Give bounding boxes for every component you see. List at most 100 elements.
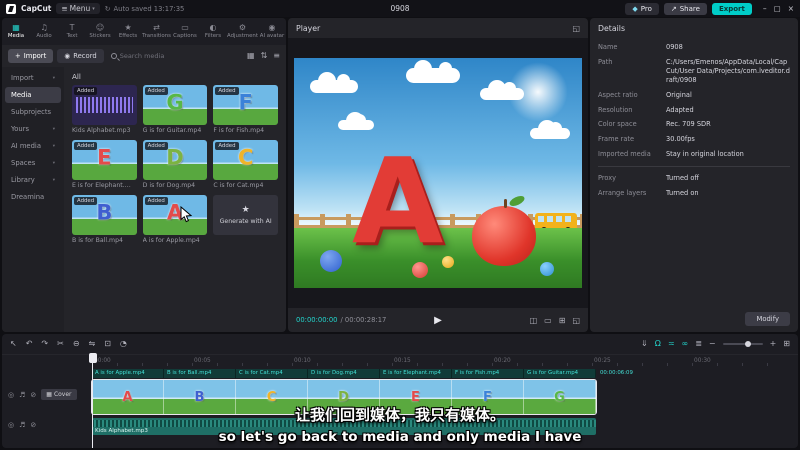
export-button[interactable]: Export — [711, 2, 752, 15]
sort-icon[interactable]: ⇅ — [261, 52, 268, 60]
grid-view-icon[interactable]: ▦ — [247, 52, 255, 60]
share-button[interactable]: ↗ Share — [663, 2, 707, 15]
lock-track-icon[interactable]: ⊘ — [30, 391, 36, 399]
split-icon[interactable]: ✂ — [57, 340, 64, 348]
tab-label: Media — [7, 33, 25, 39]
field-value: C:/Users/Emenos/AppData/Local/CapCut/Use… — [666, 57, 790, 85]
select-tool-icon[interactable]: ↖ — [10, 340, 17, 348]
media-item[interactable]: A Added A is for Apple.mp4 — [142, 195, 208, 244]
maximize-button[interactable]: ▢ — [774, 4, 781, 13]
zoom-in-icon[interactable]: + — [770, 340, 777, 348]
tab-adjustment[interactable]: ⚙ Adjustment — [227, 18, 258, 45]
sidebar-item-library[interactable]: Library ▾ — [5, 172, 61, 188]
record-button[interactable]: ◉ Record — [57, 49, 104, 63]
sidebar-item-spaces[interactable]: Spaces ▾ — [5, 155, 61, 171]
timeline-clip[interactable]: C — [236, 380, 308, 414]
timeline-clip[interactable]: F — [452, 380, 524, 414]
modify-button[interactable]: Modify — [745, 312, 790, 326]
timeline-clip[interactable]: A — [92, 380, 164, 414]
tab-captions[interactable]: ▭ Captions — [171, 18, 199, 45]
fullscreen-icon[interactable]: ◱ — [572, 316, 580, 325]
field-value: 30.00fps — [666, 135, 695, 144]
minimize-button[interactable]: – — [763, 4, 767, 13]
timeline-tracks: ◎ ♬ ⊘ ▦ Cover ◎ ♬ ⊘ A is for Apple.mp4 B is f… — [2, 367, 798, 448]
sidebar-item-label: Import — [11, 74, 34, 82]
sidebar-item-dreamina[interactable]: Dreamina — [5, 189, 61, 205]
redo-icon[interactable]: ↷ — [41, 340, 48, 348]
generate-ai-tile[interactable]: ★ Generate with AI — [213, 195, 278, 244]
mute-track-icon[interactable]: ♬ — [19, 391, 25, 399]
hide-track-icon[interactable]: ◎ — [8, 421, 14, 429]
lock-track-icon[interactable]: ⊘ — [30, 421, 36, 429]
tab-transitions[interactable]: ⇄ Transitions — [142, 18, 171, 45]
timeline-clip[interactable]: D — [308, 380, 380, 414]
timeline-ruler[interactable]: 00:00 00:05 00:10 00:15 00:20 00:25 00:30 — [2, 354, 798, 367]
video-preview[interactable]: A — [294, 58, 582, 288]
cover-button[interactable]: ▦ Cover — [41, 389, 77, 400]
tab-ai-avatar[interactable]: ◉ AI avatar — [258, 18, 286, 45]
magnet-icon[interactable]: Ω — [655, 340, 661, 348]
clip-letter: G — [554, 389, 565, 405]
media-item[interactable]: B Added B is for Ball.mp4 — [72, 195, 137, 244]
sidebar-item-subprojects[interactable]: Subprojects — [5, 104, 61, 120]
grid-icon[interactable]: ⊞ — [559, 316, 566, 325]
tab-text[interactable]: T Text — [58, 18, 86, 45]
menu-button[interactable]: ≡ Menu ▾ — [56, 3, 100, 14]
tab-media[interactable]: ▦ Media — [2, 18, 30, 45]
zoom-out-icon[interactable]: − — [709, 340, 716, 348]
sidebar-item-yours[interactable]: Yours ▾ — [5, 121, 61, 137]
filter-icon[interactable]: ≡ — [273, 52, 280, 60]
pro-button[interactable]: ◆ Pro — [625, 2, 659, 15]
fit-icon[interactable]: ⊞ — [783, 340, 790, 348]
zoom-slider[interactable] — [722, 341, 763, 347]
speed-icon[interactable]: ◔ — [120, 340, 127, 348]
download-icon[interactable]: ⇓ — [641, 340, 648, 348]
media-icon: ▦ — [12, 23, 20, 32]
mirror-icon[interactable]: ⇋ — [89, 340, 96, 348]
import-button[interactable]: + Import — [8, 49, 54, 63]
hide-track-icon[interactable]: ◎ — [8, 391, 14, 399]
mirror-icon[interactable]: ◫ — [530, 316, 538, 325]
tab-filters[interactable]: ◐ Filters — [199, 18, 227, 45]
snap-icon[interactable]: ≍ — [668, 340, 675, 348]
media-item[interactable]: Added Kids Alphabet.mp3 — [72, 85, 137, 134]
timeline-clip[interactable]: E — [380, 380, 452, 414]
link-icon[interactable]: ∞ — [682, 340, 689, 348]
search-input[interactable] — [119, 52, 241, 60]
tab-label: Text — [66, 33, 78, 39]
field-label: Color space — [598, 120, 637, 129]
media-item[interactable]: F Added F is for Fish.mp4 — [213, 85, 278, 134]
details-field: Imported media Stay in original location — [598, 150, 790, 159]
audio-clip[interactable]: Kids Alphabet.mp3 — [92, 418, 596, 435]
ruler-label: 00:30 — [694, 358, 711, 364]
ratio-icon[interactable]: ▭ — [544, 316, 552, 325]
playhead[interactable] — [88, 353, 97, 448]
crop-icon[interactable]: ⊡ — [104, 340, 111, 348]
timeline-clip[interactable]: G — [524, 380, 596, 414]
media-thumbnail: B Added — [72, 195, 137, 235]
media-item[interactable]: E Added E is for Elephant.mp4 — [72, 140, 137, 189]
sidebar-item-import[interactable]: Import ▾ — [5, 70, 61, 86]
mute-track-icon[interactable]: ♬ — [19, 421, 25, 429]
tab-label: Stickers — [89, 33, 111, 39]
tab-stickers[interactable]: ☺ Stickers — [86, 18, 114, 45]
timeline-clip[interactable]: B — [164, 380, 236, 414]
ruler-label: 00:20 — [494, 358, 511, 364]
tab-audio[interactable]: ♫ Audio — [30, 18, 58, 45]
play-button[interactable]: ▶ — [434, 315, 442, 326]
delete-icon[interactable]: ⊖ — [73, 340, 80, 348]
tab-effects[interactable]: ★ Effects — [114, 18, 142, 45]
field-label: Name — [598, 43, 618, 51]
search-box[interactable] — [110, 52, 241, 60]
expand-panel-icon[interactable]: ◱ — [572, 24, 580, 33]
zoom-slider-knob[interactable] — [744, 341, 751, 347]
media-item[interactable]: D Added D is for Dog.mp4 — [142, 140, 208, 189]
close-button[interactable]: × — [788, 4, 794, 13]
sidebar-item-media[interactable]: Media — [5, 87, 61, 103]
media-item[interactable]: C Added C is for Cat.mp4 — [213, 140, 278, 189]
undo-icon[interactable]: ↶ — [26, 340, 33, 348]
field-value: Original — [666, 90, 692, 99]
sidebar-item-ai-media[interactable]: AI media ▾ — [5, 138, 61, 154]
media-item[interactable]: G Added G is for Guitar.mp4 — [142, 85, 208, 134]
track-height-icon[interactable]: ≣ — [695, 340, 702, 348]
